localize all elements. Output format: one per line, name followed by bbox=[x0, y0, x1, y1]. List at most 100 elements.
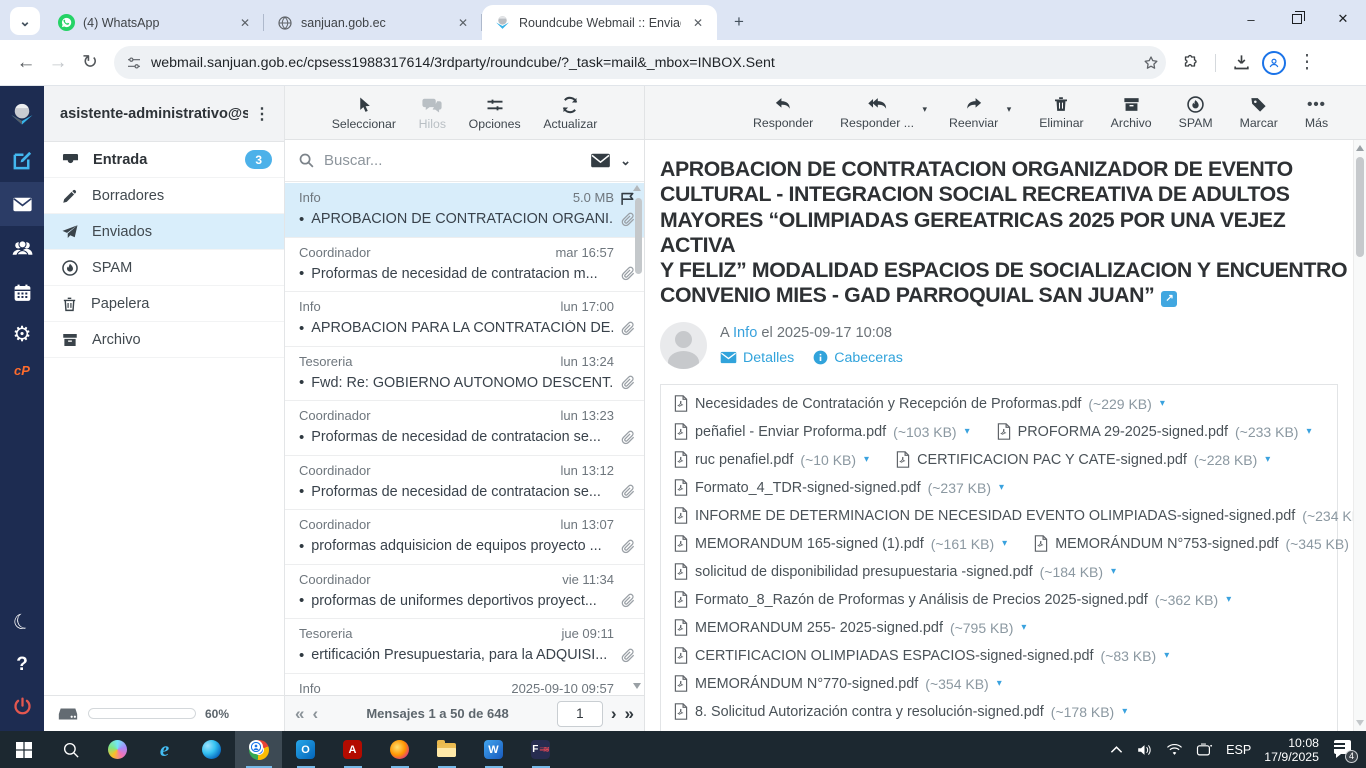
last-page-button[interactable]: » bbox=[625, 705, 634, 722]
attachment-menu-caret[interactable]: ▾ bbox=[864, 454, 869, 465]
mark-button[interactable]: Marcar bbox=[1240, 95, 1278, 130]
attachment-item[interactable]: Formato_8_Razón de Proformas y Análisis … bbox=[674, 591, 1231, 608]
tab-roundcube-active[interactable]: Roundcube Webmail :: Enviados ✕ bbox=[482, 5, 717, 40]
first-page-button[interactable]: « bbox=[295, 705, 304, 722]
attachment-name[interactable]: Formato_4_TDR-signed-signed.pdf bbox=[695, 480, 921, 496]
start-button[interactable] bbox=[0, 731, 47, 768]
message-row[interactable]: Tesoreriajue 09:11 •ertificación Presupu… bbox=[285, 619, 644, 674]
attachment-item[interactable]: MEMORANDUM 255- 2025-signed.pdf(~795 KB)… bbox=[674, 619, 1026, 636]
search-options-caret[interactable]: ⌄ bbox=[620, 153, 631, 169]
attachment-menu-caret[interactable]: ▾ bbox=[1111, 566, 1116, 577]
tab-whatsapp[interactable]: (4) WhatsApp ✕ bbox=[46, 5, 264, 40]
attachment-menu-caret[interactable]: ▾ bbox=[1306, 426, 1311, 437]
attachment-item[interactable]: ruc penafiel.pdf(~10 KB)▾ bbox=[674, 451, 869, 468]
attachment-item[interactable]: MEMORANDUM 165-signed (1).pdf(~161 KB)▾ bbox=[674, 535, 1007, 552]
reply-all-caret[interactable]: ▾ bbox=[922, 104, 927, 115]
attachment-name[interactable]: CERTIFICACION PAC Y CATE-signed.pdf bbox=[917, 452, 1187, 468]
attachment-menu-caret[interactable]: ▾ bbox=[1021, 622, 1026, 633]
volume-icon[interactable] bbox=[1136, 743, 1153, 757]
dark-mode-button[interactable]: ☾ bbox=[0, 600, 44, 644]
scroll-down-arrow[interactable] bbox=[1356, 720, 1364, 726]
recipient-link[interactable]: Info bbox=[733, 325, 757, 341]
message-row[interactable]: Infolun 17:00 •APROBACION PARA LA CONTRA… bbox=[285, 292, 644, 347]
taskbar-acrobat[interactable]: A bbox=[329, 731, 376, 768]
page-number-input[interactable]: 1 bbox=[557, 701, 603, 727]
back-button[interactable]: ← bbox=[10, 47, 42, 79]
attachment-item[interactable]: PROFORMA 29-2025-signed.pdf(~233 KB)▾ bbox=[997, 423, 1312, 440]
attachment-item[interactable]: CERTIFICACION PAC Y CATE-signed.pdf(~228… bbox=[896, 451, 1270, 468]
headers-toggle[interactable]: Cabeceras bbox=[813, 350, 903, 366]
language-indicator[interactable]: ESP bbox=[1226, 743, 1251, 757]
prev-page-button[interactable]: ‹ bbox=[312, 705, 318, 722]
mail-nav-button[interactable] bbox=[0, 182, 44, 226]
attachment-name[interactable]: 8. Solicitud Autorización contra y resol… bbox=[695, 704, 1044, 720]
attachment-name[interactable]: MEMORÁNDUM N°753-signed.pdf bbox=[1055, 536, 1278, 552]
content-scrollbar-thumb[interactable] bbox=[1356, 157, 1364, 257]
calendar-nav-button[interactable] bbox=[0, 270, 44, 314]
search-scope-mail-icon[interactable] bbox=[590, 152, 611, 169]
archive-button[interactable]: Archivo bbox=[1111, 95, 1152, 130]
close-window-button[interactable]: ✕ bbox=[1320, 0, 1366, 38]
details-toggle[interactable]: Detalles bbox=[720, 350, 794, 366]
notification-center-button[interactable]: 4 bbox=[1332, 740, 1354, 760]
attachment-menu-caret[interactable]: ▾ bbox=[1160, 398, 1165, 409]
account-menu-button[interactable]: ⋮ bbox=[248, 104, 276, 124]
taskbar-outlook[interactable]: O bbox=[282, 731, 329, 768]
reload-button[interactable]: ↻ bbox=[74, 47, 106, 79]
attachment-menu-caret[interactable]: ▾ bbox=[999, 482, 1004, 493]
close-icon[interactable]: ✕ bbox=[236, 14, 254, 32]
taskbar-internet-explorer[interactable]: e bbox=[141, 731, 188, 768]
attachment-name[interactable]: Formato_8_Razón de Proformas y Análisis … bbox=[695, 592, 1148, 608]
reply-button[interactable]: Responder bbox=[753, 95, 813, 130]
attachment-menu-caret[interactable]: ▾ bbox=[1164, 650, 1169, 661]
screen-cast-icon[interactable] bbox=[1196, 743, 1213, 757]
more-button[interactable]: ••• Más bbox=[1305, 95, 1328, 130]
sidebar-item-spam[interactable]: SPAM bbox=[44, 250, 284, 286]
logout-button[interactable] bbox=[0, 684, 44, 728]
scroll-up-arrow[interactable] bbox=[1356, 145, 1364, 151]
message-row[interactable]: Coordinadorlun 13:23 •Proformas de neces… bbox=[285, 401, 644, 456]
download-icon[interactable] bbox=[1225, 47, 1257, 79]
delete-button[interactable]: Eliminar bbox=[1039, 95, 1083, 130]
wifi-icon[interactable] bbox=[1166, 743, 1183, 756]
taskbar-file-explorer[interactable] bbox=[423, 731, 470, 768]
message-row[interactable]: Tesorerialun 13:24 •Fwd: Re: GOBIERNO AU… bbox=[285, 347, 644, 402]
message-row[interactable]: Info2025-09-10 09:57 bbox=[285, 674, 644, 696]
spam-button[interactable]: SPAM bbox=[1179, 95, 1213, 130]
minimize-button[interactable]: – bbox=[1228, 0, 1274, 38]
list-scroll-up-arrow[interactable] bbox=[633, 185, 641, 191]
taskbar-firefox[interactable] bbox=[376, 731, 423, 768]
attachment-item[interactable]: 8. Solicitud Autorización contra y resol… bbox=[674, 703, 1127, 720]
taskbar-firmaec[interactable]: F≡≋ bbox=[517, 731, 564, 768]
message-row[interactable]: Coordinadorlun 13:12 •Proformas de neces… bbox=[285, 456, 644, 511]
attachment-menu-caret[interactable]: ▾ bbox=[1122, 706, 1127, 717]
url-text[interactable]: webmail.sanjuan.gob.ec/cpsess1988317614/… bbox=[151, 55, 1133, 71]
attachment-item[interactable]: Formato_4_TDR-signed-signed.pdf(~237 KB)… bbox=[674, 479, 1004, 496]
new-tab-button[interactable]: + bbox=[727, 12, 751, 32]
browser-menu-button[interactable]: ⋮ bbox=[1291, 47, 1323, 79]
sidebar-item-papelera[interactable]: Papelera bbox=[44, 286, 284, 322]
attachment-name[interactable]: Necesidades de Contratación y Recepción … bbox=[695, 396, 1081, 412]
attachment-item[interactable]: Necesidades de Contratación y Recepción … bbox=[674, 395, 1165, 412]
taskbar-word[interactable]: W bbox=[470, 731, 517, 768]
attachment-menu-caret[interactable]: ▾ bbox=[997, 678, 1002, 689]
taskbar-search-button[interactable] bbox=[47, 731, 94, 768]
sidebar-item-borradores[interactable]: Borradores bbox=[44, 178, 284, 214]
attachment-name[interactable]: MEMORÁNDUM N°770-signed.pdf bbox=[695, 676, 918, 692]
attachment-item[interactable]: MEMORÁNDUM N°770-signed.pdf(~354 KB)▾ bbox=[674, 675, 1002, 692]
content-scrollbar[interactable] bbox=[1353, 140, 1366, 731]
message-row[interactable]: Info5.0 MB •APROBACION DE CONTRATACION O… bbox=[285, 183, 644, 238]
contacts-nav-button[interactable] bbox=[0, 226, 44, 270]
taskbar-clock[interactable]: 10:08 17/9/2025 bbox=[1264, 736, 1319, 764]
attachment-name[interactable]: PROFORMA 29-2025-signed.pdf bbox=[1018, 424, 1228, 440]
taskbar-edge[interactable] bbox=[188, 731, 235, 768]
threads-button[interactable]: Hilos bbox=[419, 95, 446, 131]
attachment-name[interactable]: solicitud de disponibilidad presupuestar… bbox=[695, 564, 1033, 580]
search-input[interactable] bbox=[324, 152, 581, 169]
url-field[interactable]: webmail.sanjuan.gob.ec/cpsess1988317614/… bbox=[114, 46, 1166, 79]
forward-button[interactable]: → bbox=[42, 47, 74, 79]
message-row[interactable]: Coordinadorlun 13:07 •proformas adquisic… bbox=[285, 510, 644, 565]
attachment-menu-caret[interactable]: ▾ bbox=[1002, 538, 1007, 549]
attachment-name[interactable]: INFORME DE DETERMINACION DE NECESIDAD EV… bbox=[695, 508, 1295, 524]
refresh-button[interactable]: Actualizar bbox=[543, 95, 597, 131]
